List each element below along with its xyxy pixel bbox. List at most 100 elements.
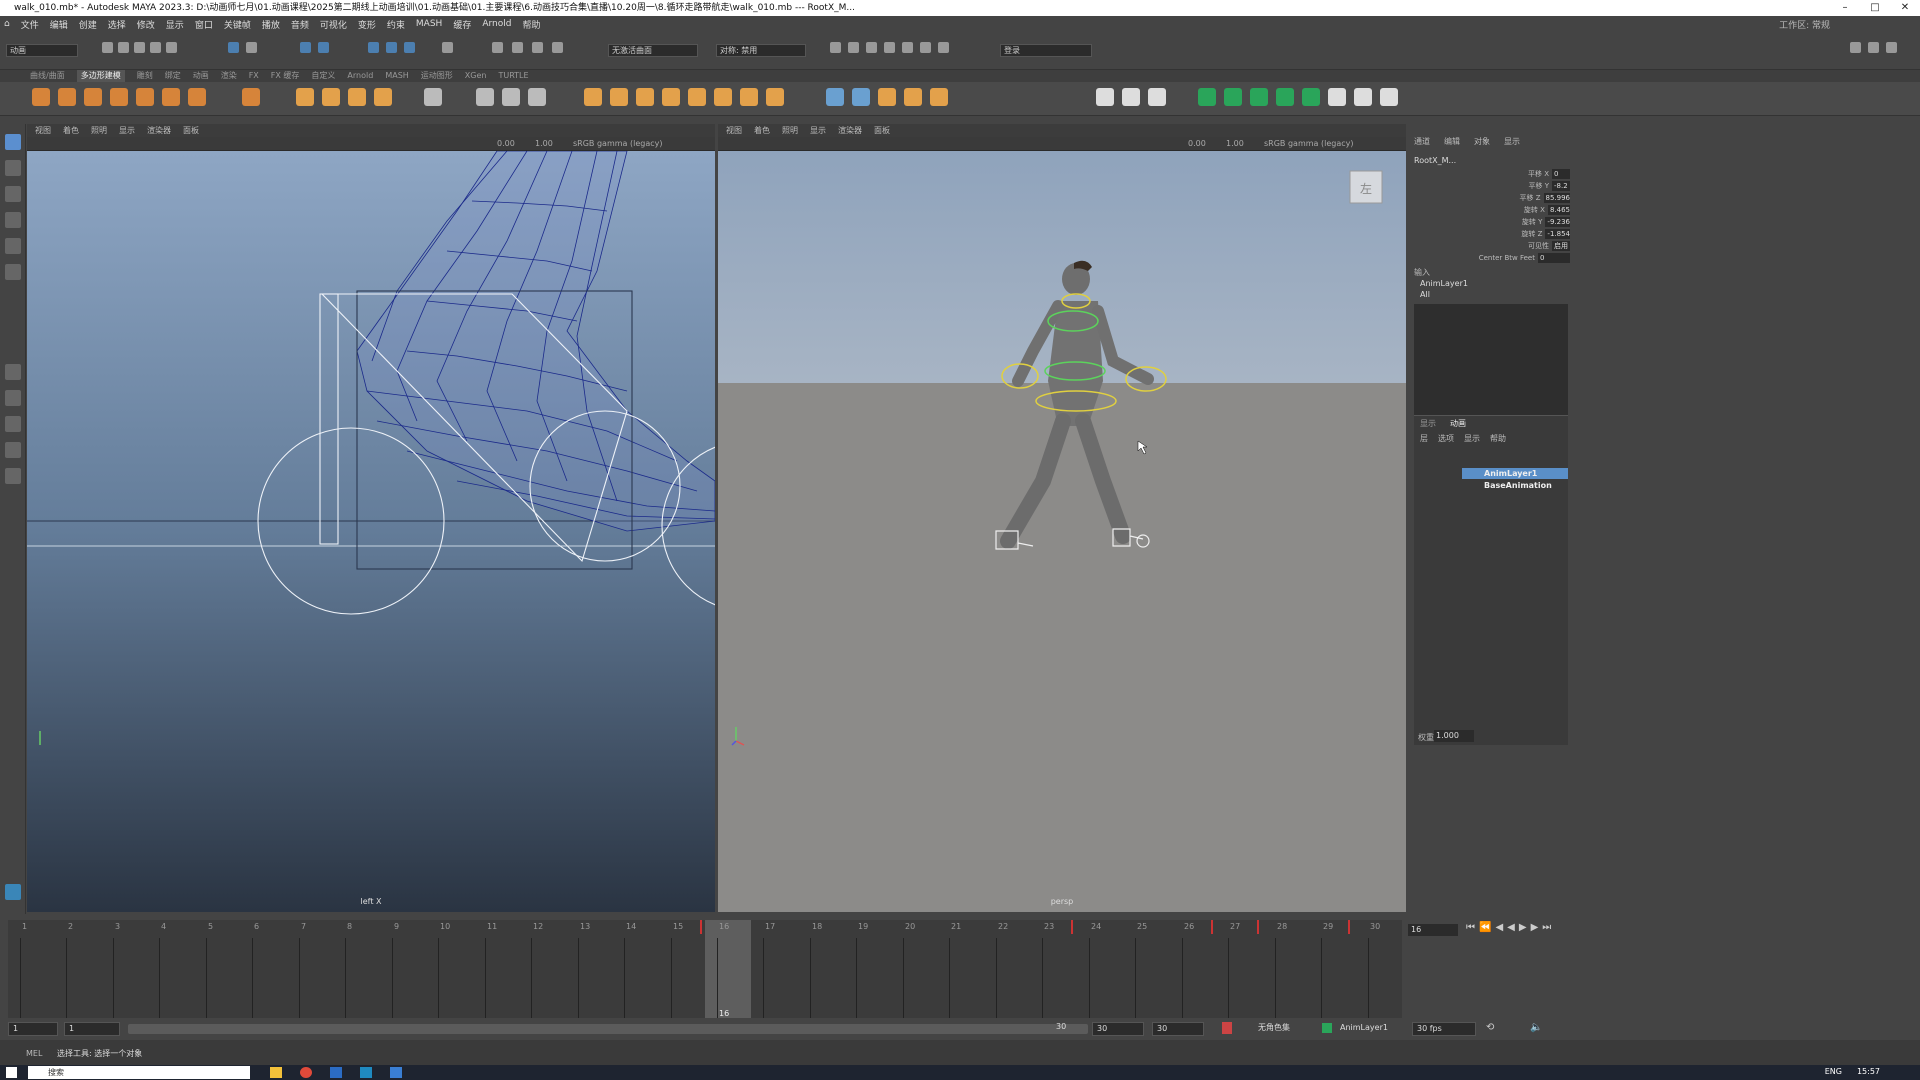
gamma-value-right[interactable]: 1.00 (1226, 137, 1244, 151)
connect-icon[interactable] (878, 88, 896, 106)
extrude-icon[interactable] (528, 88, 546, 106)
panel-layout-icon[interactable] (830, 42, 841, 53)
scale-tool-icon[interactable] (5, 264, 21, 280)
svg-tool-icon[interactable] (374, 88, 392, 106)
keyframe-marker[interactable] (1257, 920, 1259, 934)
shelf-tab-arnold[interactable]: Arnold (347, 70, 373, 82)
keyframe-marker[interactable] (1348, 920, 1350, 934)
layout-uv-icon[interactable] (1354, 88, 1372, 106)
vp-menu-panels[interactable]: 面板 (183, 124, 199, 137)
layer-menu-layers[interactable]: 层 (1420, 433, 1428, 444)
snap-point-icon[interactable] (368, 42, 379, 53)
cb-tab-edit[interactable]: 编辑 (1444, 136, 1460, 148)
zoom-icon[interactable] (5, 468, 21, 484)
exposure-value-right[interactable]: 0.00 (1188, 137, 1206, 151)
render-settings-icon[interactable] (552, 42, 563, 53)
save-scene-icon[interactable] (134, 42, 145, 53)
crease-icon[interactable] (1148, 88, 1166, 106)
vp2-menu-view[interactable]: 视图 (726, 124, 742, 137)
panel-layout-2-icon[interactable] (848, 42, 859, 53)
menu-mash[interactable]: MASH (416, 19, 442, 29)
planar-uv-icon[interactable] (1224, 88, 1242, 106)
snap-grid-icon[interactable] (300, 42, 311, 53)
close-icon[interactable]: ✕ (1890, 0, 1920, 16)
select-hierarchy-icon[interactable] (228, 42, 239, 53)
shelf-tab-mash[interactable]: MASH (385, 70, 408, 82)
cb-row[interactable]: 旋转 X 8.465 (1510, 204, 1570, 215)
windows-start-icon[interactable] (6, 1067, 17, 1078)
quad-draw-icon[interactable] (904, 88, 922, 106)
go-to-end-icon[interactable]: ⏭ (1542, 922, 1551, 933)
cb-input-item[interactable]: AnimLayer1 (1420, 279, 1468, 288)
shelf-tab-poly-modeling[interactable]: 多边形建模 (76, 70, 125, 82)
move-tool-icon[interactable] (5, 212, 21, 228)
cb-row[interactable]: 旋转 Z -1.854 (1510, 228, 1570, 239)
cb-value[interactable]: 8.465 (1547, 204, 1570, 215)
paint-select-icon[interactable] (5, 186, 21, 202)
loop-icon[interactable]: ⟲ (1486, 1022, 1494, 1033)
shelf-tab-sculpting[interactable]: 雕刻 (137, 70, 153, 82)
keyframe-marker[interactable] (1071, 920, 1073, 934)
open-scene-icon[interactable] (118, 42, 129, 53)
snap-view-icon[interactable] (386, 42, 397, 53)
menu-display[interactable]: 显示 (166, 18, 184, 31)
auto-uv-icon[interactable] (1250, 88, 1268, 106)
step-back-key-icon[interactable]: ⏪ (1479, 922, 1491, 933)
poly-disc-icon[interactable] (188, 88, 206, 106)
panel-layout-4-icon[interactable] (884, 42, 895, 53)
outliner-view-icon[interactable] (5, 442, 21, 458)
boolean-intersect-icon[interactable] (636, 88, 654, 106)
modeling-toolkit-icon[interactable] (1850, 42, 1861, 53)
layer-tab-anim[interactable]: 动画 (1450, 418, 1466, 429)
anim-layer-dropdown[interactable]: AnimLayer1 (1336, 1022, 1406, 1036)
channel-box-toggle-icon[interactable] (1886, 42, 1897, 53)
shelf-tab-motion-graphics[interactable]: 运动图形 (421, 70, 453, 82)
shelf-tab-animation[interactable]: 动画 (193, 70, 209, 82)
step-forward-icon[interactable]: ▶ (1531, 922, 1539, 933)
four-view-icon[interactable] (5, 390, 21, 406)
menu-playback[interactable]: 播放 (262, 18, 280, 31)
shelf-tab-rigging[interactable]: 绑定 (165, 70, 181, 82)
menu-edit[interactable]: 编辑 (50, 18, 68, 31)
append-icon[interactable] (688, 88, 706, 106)
go-to-start-icon[interactable]: ⏮ (1466, 922, 1475, 933)
cb-row[interactable]: 平移 X0 (1510, 168, 1570, 179)
layer-row-baseanimation[interactable]: BaseAnimation (1462, 480, 1568, 491)
poly-combine-icon[interactable] (296, 88, 314, 106)
panel-layout-5-icon[interactable] (902, 42, 913, 53)
cut-uv-icon[interactable] (1276, 88, 1294, 106)
shelf-tab-fx-caching[interactable]: FX 缓存 (271, 70, 300, 82)
vp-menu-shading[interactable]: 着色 (63, 124, 79, 137)
menu-cache[interactable]: 缓存 (453, 18, 471, 31)
poly-cube-icon[interactable] (58, 88, 76, 106)
vp2-menu-lighting[interactable]: 照明 (782, 124, 798, 137)
uv-tools-icon[interactable] (1380, 88, 1398, 106)
cb-row[interactable]: 平移 Y -8.2 (1510, 180, 1570, 191)
vp-menu-renderer[interactable]: 渲染器 (147, 124, 171, 137)
vp2-menu-shading[interactable]: 着色 (754, 124, 770, 137)
vp2-menu-show[interactable]: 显示 (810, 124, 826, 137)
shelf-tab-fx[interactable]: FX (249, 70, 259, 82)
login-dropdown[interactable]: 登录 (1000, 44, 1092, 57)
layer-tab-display[interactable]: 显示 (1420, 418, 1436, 429)
redo-icon[interactable] (166, 42, 177, 53)
lasso-tool-icon[interactable] (5, 160, 21, 176)
home-icon[interactable]: ⌂ (4, 19, 10, 29)
offset-loop-icon[interactable] (1122, 88, 1140, 106)
live-surface-dropdown[interactable]: 无激活曲面 (608, 44, 698, 57)
vp-menu-lighting[interactable]: 照明 (91, 124, 107, 137)
menu-windows[interactable]: 窗口 (195, 18, 213, 31)
new-scene-icon[interactable] (102, 42, 113, 53)
bridge-edge-icon[interactable] (740, 88, 758, 106)
mel-label[interactable]: MEL (26, 1049, 42, 1058)
shelf-tab-curves[interactable]: 曲线/曲面 (30, 70, 65, 82)
gamma-value[interactable]: 1.00 (535, 137, 553, 151)
poke-icon[interactable] (766, 88, 784, 106)
play-backward-icon[interactable]: ◀ (1507, 922, 1515, 933)
ipr-icon[interactable] (532, 42, 543, 53)
cb-value[interactable]: -9.236 (1545, 216, 1570, 227)
single-view-icon[interactable] (5, 364, 21, 380)
menu-arnold[interactable]: Arnold (482, 19, 511, 29)
layer-menu-show[interactable]: 显示 (1464, 433, 1480, 444)
poly-torus-icon[interactable] (136, 88, 154, 106)
